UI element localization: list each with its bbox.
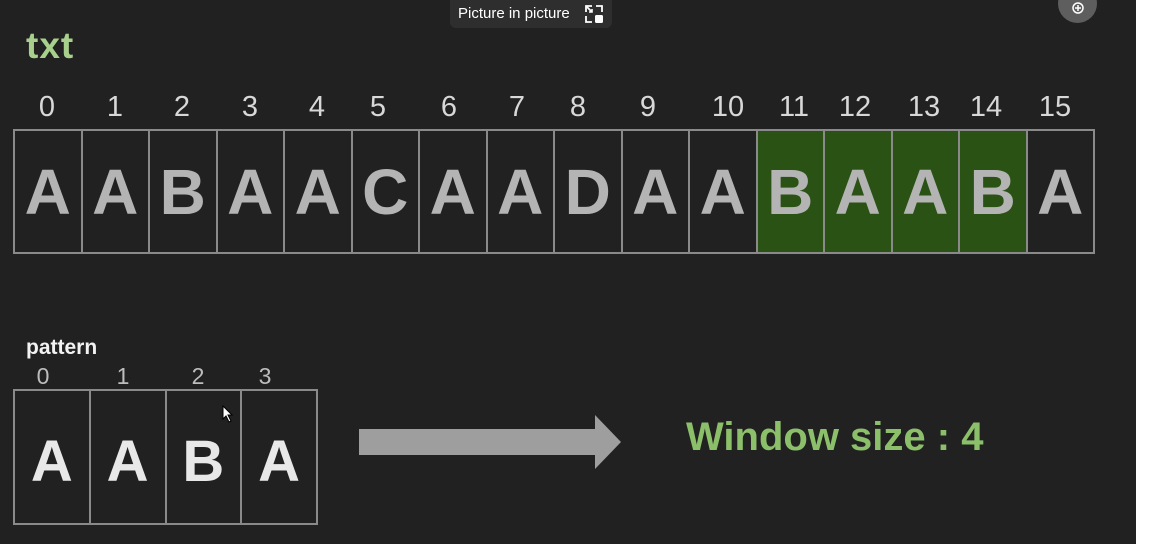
txt-index: 2: [173, 91, 191, 123]
picture-in-picture-icon[interactable]: [583, 3, 605, 25]
txt-index: 7: [508, 91, 526, 123]
txt-index: 4: [308, 91, 326, 123]
txt-index: 6: [440, 91, 458, 123]
pattern-cell: A: [258, 428, 301, 494]
pattern-index: 2: [191, 363, 205, 389]
pattern-index: 3: [258, 363, 272, 389]
txt-cell: A: [420, 131, 488, 252]
pattern-cell: A: [91, 391, 167, 523]
txt-cell: A: [1037, 155, 1084, 228]
txt-index: 12: [838, 91, 872, 123]
pattern-index: 1: [116, 363, 130, 389]
txt-cell: A: [623, 131, 690, 252]
txt-cell-highlighted: A: [825, 131, 893, 252]
txt-cell-highlighted: B: [757, 131, 825, 252]
right-arrow-icon: [359, 415, 621, 469]
txt-label: txt: [26, 25, 75, 66]
txt-cell-highlighted: B: [960, 131, 1028, 252]
txt-cell: A: [83, 131, 150, 252]
txt-cell: D: [555, 131, 623, 252]
txt-index: 8: [569, 91, 587, 123]
video-player[interactable]: txt 0 1 2 3 4 5 6 7 8 9 10 11 12 13 14 1…: [0, 0, 1136, 544]
txt-cell: B: [150, 131, 218, 252]
mouse-cursor-icon: [222, 405, 234, 423]
txt-index: 5: [369, 91, 387, 123]
txt-cell: A: [690, 131, 758, 252]
txt-index: 13: [907, 91, 941, 123]
txt-index: 1: [106, 91, 124, 123]
txt-index: 10: [711, 91, 745, 123]
txt-cell: A: [218, 131, 285, 252]
pattern-index-row: 0 1 2 3: [13, 364, 318, 390]
txt-cell: A: [15, 131, 83, 252]
txt-cell: A: [488, 131, 555, 252]
txt-index: 15: [1038, 91, 1072, 123]
txt-cell-highlighted: A: [892, 131, 960, 252]
add-icon: [1072, 2, 1084, 14]
picture-in-picture-tooltip: Picture in picture: [450, 0, 612, 28]
window-size-label: Window size : 4: [686, 415, 984, 459]
pattern-array: A A B A: [13, 389, 318, 525]
txt-index-row: 0 1 2 3 4 5 6 7 8 9 10 11 12 13 14 15: [13, 90, 1095, 126]
pattern-index: 0: [36, 363, 50, 389]
txt-cell: C: [353, 131, 420, 252]
txt-array: A A B A A C A A D A A B A A B A: [13, 129, 1095, 254]
pip-tooltip-text: Picture in picture: [458, 5, 570, 22]
page-edge: [1136, 0, 1161, 544]
pattern-cell: A: [15, 391, 91, 523]
txt-index: 3: [241, 91, 259, 123]
pattern-label: pattern: [26, 336, 98, 359]
txt-index: 9: [639, 91, 657, 123]
txt-index: 0: [38, 91, 56, 123]
corner-action-button[interactable]: [1058, 0, 1097, 23]
txt-index: 14: [969, 91, 1003, 123]
txt-cell: A: [285, 131, 353, 252]
txt-index: 11: [778, 91, 810, 123]
